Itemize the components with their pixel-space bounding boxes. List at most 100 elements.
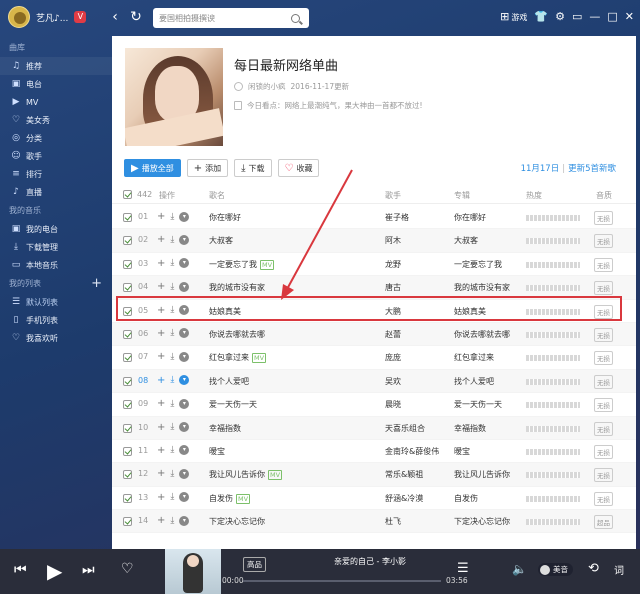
track-artist[interactable]: 崔子格 [385,212,409,223]
gamepad-icon[interactable]: ⊞ [500,9,509,25]
sidebar-item-local-music[interactable]: ▭ 本地音乐 [0,256,112,274]
download-icon[interactable]: ⤓ [170,352,174,362]
add-icon[interactable]: + [157,351,165,362]
more-icon[interactable]: ▾ [179,328,190,339]
download-icon[interactable]: ⤓ [170,445,174,455]
table-row[interactable]: 03 + ⤓ ▾ 一定要忘了我 MV 龙野 一定要忘了我 无损 [112,253,636,277]
add-icon[interactable]: + [157,258,165,269]
add-icon[interactable]: + [157,375,165,386]
track-album[interactable]: 下定决心忘记你 [454,516,510,527]
track-title[interactable]: 幸福指数 [209,423,241,434]
more-icon[interactable]: ▾ [179,468,190,479]
search-input[interactable] [159,13,289,23]
play-button[interactable]: ▶ [47,559,62,583]
track-title-text[interactable]: 你说去哪就去哪 [209,330,265,339]
sidebar-item-radio[interactable]: ▣ 电台 [0,75,112,93]
update-count[interactable]: 更新5首新歌 [568,164,616,174]
download-icon[interactable]: ⤓ [170,516,174,526]
track-title-text[interactable]: 我让风儿告诉你 [209,470,265,479]
download-icon[interactable]: ⤓ [170,258,174,268]
track-album[interactable]: 我让风儿告诉你 [454,469,510,480]
table-row[interactable]: 14 + ⤓ ▾ 下定决心忘记你 杜飞 下定决心忘记你 超品 [112,510,636,534]
download-icon[interactable]: ⤓ [170,235,174,245]
track-title-text[interactable]: 你在哪好 [209,213,241,222]
track-title[interactable]: 找个人爱吧 [209,376,249,387]
row-checkbox[interactable] [123,353,132,363]
more-icon[interactable]: ▾ [179,445,190,456]
table-row[interactable]: 11 + ⤓ ▾ 暧宝 金南玲&薛俊伟 暧宝 无损 [112,440,636,464]
track-album[interactable]: 找个人爱吧 [454,376,494,387]
back-button[interactable]: ‹ [106,8,124,26]
header-album[interactable]: 专辑 [454,190,470,201]
maximize-icon[interactable]: □ [607,9,617,25]
track-title[interactable]: 暧宝 [209,446,225,457]
vip-badge[interactable]: V [74,11,87,23]
add-icon[interactable]: + [157,211,165,222]
more-icon[interactable]: ▾ [179,258,190,269]
more-icon[interactable]: ▾ [179,351,190,362]
track-artist[interactable]: 常乐&颖祖 [385,469,423,480]
track-album[interactable]: 一定要忘了我 [454,259,502,270]
track-title-text[interactable]: 红包拿过来 [209,353,249,362]
sidebar-item-singer[interactable]: ☺ 歌手 [0,147,112,165]
sidebar-item-beauty-show[interactable]: ♡ 美女秀 [0,111,112,129]
sidebar-item-category[interactable]: ◎ 分类 [0,129,112,147]
sidebar-item-phone-list[interactable]: ▯ 手机列表 [0,311,112,329]
more-icon[interactable]: ▾ [179,375,190,386]
add-icon[interactable]: + [157,422,165,433]
add-icon[interactable]: + [157,445,165,456]
track-album[interactable]: 大叔客 [454,235,478,246]
track-title[interactable]: 下定决心忘记你 [209,516,265,527]
play-all-button[interactable]: ▶ 播放全部 [124,159,181,177]
user-name[interactable]: 艺凡♪... [36,11,68,24]
sound-effect-toggle[interactable]: 美音 [538,563,573,576]
favorite-button[interactable]: ♡ 收藏 [277,159,320,177]
playlist-icon[interactable]: ☰ [457,561,469,576]
lyrics-icon[interactable]: 词 [614,562,624,577]
table-row[interactable]: 13 + ⤓ ▾ 自发伤 MV 舒涵&冷漠 自发伤 无损 [112,487,636,511]
track-title[interactable]: 一定要忘了我 MV [209,259,275,270]
row-checkbox[interactable] [123,283,132,293]
track-title[interactable]: 你在哪好 [209,212,241,223]
download-icon[interactable]: ⤓ [170,328,174,338]
track-artist[interactable]: 舒涵&冷漠 [385,493,423,504]
track-title[interactable]: 爱一天伤一天 [209,399,257,410]
download-icon[interactable]: ⤓ [170,399,174,409]
search-box[interactable] [153,8,309,28]
volume-icon[interactable]: 🔈 [512,562,527,576]
track-album[interactable]: 爱一天伤一天 [454,399,502,410]
track-artist[interactable]: 天喜乐组合 [385,423,425,434]
mv-badge[interactable]: MV [268,470,283,481]
header-title[interactable]: 歌名 [209,190,225,201]
table-row[interactable]: 02 + ⤓ ▾ 大叔客 阿木 大叔客 无损 [112,229,636,253]
download-icon[interactable]: ⤓ [170,492,174,502]
track-title-text[interactable]: 幸福指数 [209,424,241,433]
close-icon[interactable]: ✕ [625,9,634,25]
download-icon[interactable]: ⤓ [170,469,174,479]
avatar[interactable] [8,6,30,28]
track-artist[interactable]: 杜飞 [385,516,401,527]
minimize-icon[interactable]: — [589,9,600,25]
track-album[interactable]: 暧宝 [454,446,470,457]
track-album[interactable]: 我的城市没有家 [454,282,510,293]
track-title-text[interactable]: 自发伤 [209,494,233,503]
header-popularity[interactable]: 热度 [526,190,542,201]
add-icon[interactable]: + [157,468,165,479]
row-checkbox[interactable] [123,376,132,386]
gear-icon[interactable]: ⚙ [555,9,565,25]
previous-button[interactable]: ⏮ [14,562,27,578]
album-thumbnail[interactable] [165,549,221,594]
track-title-text[interactable]: 暧宝 [209,447,225,456]
more-icon[interactable]: ▾ [179,211,190,222]
progress-bar[interactable] [243,580,441,582]
sidebar-item-chart[interactable]: ≡ 排行 [0,165,112,183]
track-album[interactable]: 自发伤 [454,493,478,504]
add-button[interactable]: + 添加 [186,159,229,177]
mv-badge[interactable]: MV [252,353,267,364]
track-title-text[interactable]: 一定要忘了我 [209,260,257,269]
sidebar-item-mv[interactable]: ▶ MV [0,93,112,111]
track-artist[interactable]: 龙野 [385,259,401,270]
sidebar-item-downloads[interactable]: ⤓ 下载管理 [0,238,112,256]
table-row[interactable]: 06 + ⤓ ▾ 你说去哪就去哪 赵蕾 你说去哪就去哪 无损 [112,322,636,347]
mv-badge[interactable]: MV [260,259,275,270]
